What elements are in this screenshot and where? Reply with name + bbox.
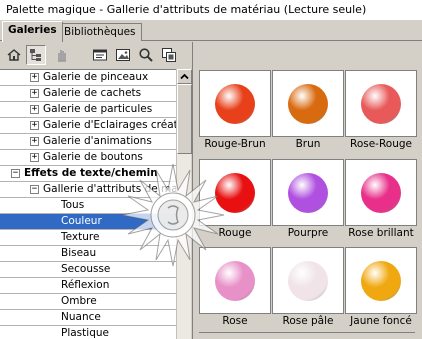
tree-item-label: Effets de texte/chemin	[24, 167, 158, 179]
tree-item-label: Couleur	[61, 215, 102, 227]
collapse-icon[interactable]: −	[11, 169, 20, 178]
color-sphere	[361, 172, 401, 213]
swatch-frame	[199, 70, 271, 137]
swatch-frame	[199, 159, 271, 226]
tree-item-eclairages[interactable]: + Galerie d'Eclairages créatifs	[0, 118, 176, 134]
gallery-item-label: Rouge-Brun	[204, 138, 266, 150]
tree-item-plastique[interactable]: Plastique	[0, 326, 176, 339]
swatch-frame	[272, 159, 344, 226]
tree-scrollbar[interactable]	[176, 69, 192, 339]
chevron-up-icon	[180, 73, 189, 80]
tree-item-label: Galerie de boutons	[43, 151, 143, 163]
tree-item-tous[interactable]: Tous	[0, 198, 176, 214]
expand-icon[interactable]: +	[30, 89, 39, 98]
color-sphere	[361, 83, 401, 124]
swatch-frame	[345, 159, 417, 226]
gallery-item-label: Rose	[222, 315, 248, 327]
search-button[interactable]	[136, 45, 156, 65]
tree-item-label: Nuance	[61, 311, 101, 323]
tree-view-button[interactable]	[26, 45, 46, 65]
expand-icon[interactable]: +	[30, 153, 39, 162]
collapse-icon[interactable]: −	[30, 185, 39, 194]
expand-icon[interactable]: +	[30, 73, 39, 82]
tree-item-label: Texture	[61, 231, 100, 243]
tree-item-couleur[interactable]: Couleur	[0, 214, 176, 230]
home-icon	[7, 49, 21, 61]
color-sphere	[361, 260, 401, 301]
tree-item-label: Galerie de particules	[43, 103, 153, 115]
color-sphere	[215, 83, 255, 124]
material-gallery: Rouge-Brun Brun Rose-Rouge Rouge Pourpre…	[192, 42, 422, 339]
tree-item-label: Gallerie d'attributs de matér	[43, 183, 176, 195]
tree-item-biseau[interactable]: Biseau	[0, 246, 176, 262]
swatch-frame	[272, 70, 344, 137]
tab-bar: Galeries Bibliothèques	[0, 21, 422, 42]
expand-icon[interactable]: +	[30, 121, 39, 130]
tree-item-label: Biseau	[61, 247, 97, 259]
expand-icon[interactable]: +	[30, 137, 39, 146]
gallery-item-label: Pourpre	[287, 227, 329, 239]
picture-button[interactable]	[113, 45, 133, 65]
gallery-item-label: Rose-Rouge	[350, 138, 412, 150]
hand-button[interactable]	[52, 45, 72, 65]
tree-item-label: Galerie de cachets	[43, 87, 142, 99]
panel-icon	[93, 49, 107, 61]
gallery-item-label: Rose brillant	[348, 227, 414, 239]
tree-item-label: Réflexion	[61, 279, 110, 291]
tree-item-effets-texte[interactable]: − Effets de texte/chemin	[0, 166, 176, 182]
tree-item-animations[interactable]: + Galerie d'animations	[0, 134, 176, 150]
search-icon	[139, 48, 153, 62]
tree-item-label: Galerie d'animations	[43, 135, 152, 147]
tree-item-label: Tous	[61, 199, 85, 211]
tree-item-attributs-materiau[interactable]: − Gallerie d'attributs de matér	[0, 182, 176, 198]
tree-item-boutons[interactable]: + Galerie de boutons	[0, 150, 176, 166]
tab-galeries[interactable]: Galeries	[2, 21, 63, 42]
gallery-item-label: Jaune foncé	[350, 315, 412, 327]
expand-icon[interactable]: +	[30, 105, 39, 114]
toolbar	[0, 42, 190, 68]
swatch-frame	[272, 247, 344, 314]
swatch-frame	[345, 70, 417, 137]
tree-item-label: Galerie de pinceaux	[43, 71, 149, 83]
tree-item-texture[interactable]: Texture	[0, 230, 176, 246]
color-sphere	[288, 83, 328, 124]
tree-item-reflexion[interactable]: Réflexion	[0, 278, 176, 294]
swatch-frame	[345, 247, 417, 314]
tab-bibliotheques[interactable]: Bibliothèques	[58, 23, 142, 41]
window-title: Palette magique - Gallerie d'attributs d…	[0, 0, 422, 20]
picture-icon	[116, 49, 130, 61]
scroll-thumb[interactable]	[177, 84, 192, 154]
tree-item-cachets[interactable]: + Galerie de cachets	[0, 86, 176, 102]
color-sphere	[215, 260, 255, 301]
tree-item-ombre[interactable]: Ombre	[0, 294, 176, 310]
color-sphere	[288, 172, 328, 213]
tree-view-icon	[30, 49, 41, 61]
tree-item-label: Plastique	[61, 327, 109, 339]
tree-item-nuance[interactable]: Nuance	[0, 310, 176, 326]
gallery-tree: + Galerie de pinceaux + Galerie de cache…	[0, 69, 176, 339]
gallery-row-partial	[199, 332, 415, 339]
tree-item-particules[interactable]: + Galerie de particules	[0, 102, 176, 118]
color-sphere	[215, 172, 255, 213]
hand-icon	[58, 50, 66, 62]
gallery-item-label: Rose pâle	[282, 315, 334, 327]
swatch-frame	[199, 247, 271, 314]
copy-button[interactable]	[159, 45, 179, 65]
tree-item-label: Galerie d'Eclairages créatifs	[43, 119, 176, 131]
tree-item-label: Secousse	[61, 263, 111, 275]
home-button[interactable]	[4, 45, 24, 65]
color-sphere	[288, 260, 328, 301]
scroll-up-button[interactable]	[177, 69, 192, 84]
magic-palette-window: Palette magique - Gallerie d'attributs d…	[0, 0, 422, 339]
panel-button[interactable]	[90, 45, 110, 65]
gallery-item-label: Rouge	[218, 227, 252, 239]
tree-item-secousse[interactable]: Secousse	[0, 262, 176, 278]
tree-item-pinceaux[interactable]: + Galerie de pinceaux	[0, 70, 176, 86]
copy-icon	[162, 48, 176, 62]
gallery-item-label: Brun	[295, 138, 321, 150]
tree-item-label: Ombre	[61, 295, 97, 307]
